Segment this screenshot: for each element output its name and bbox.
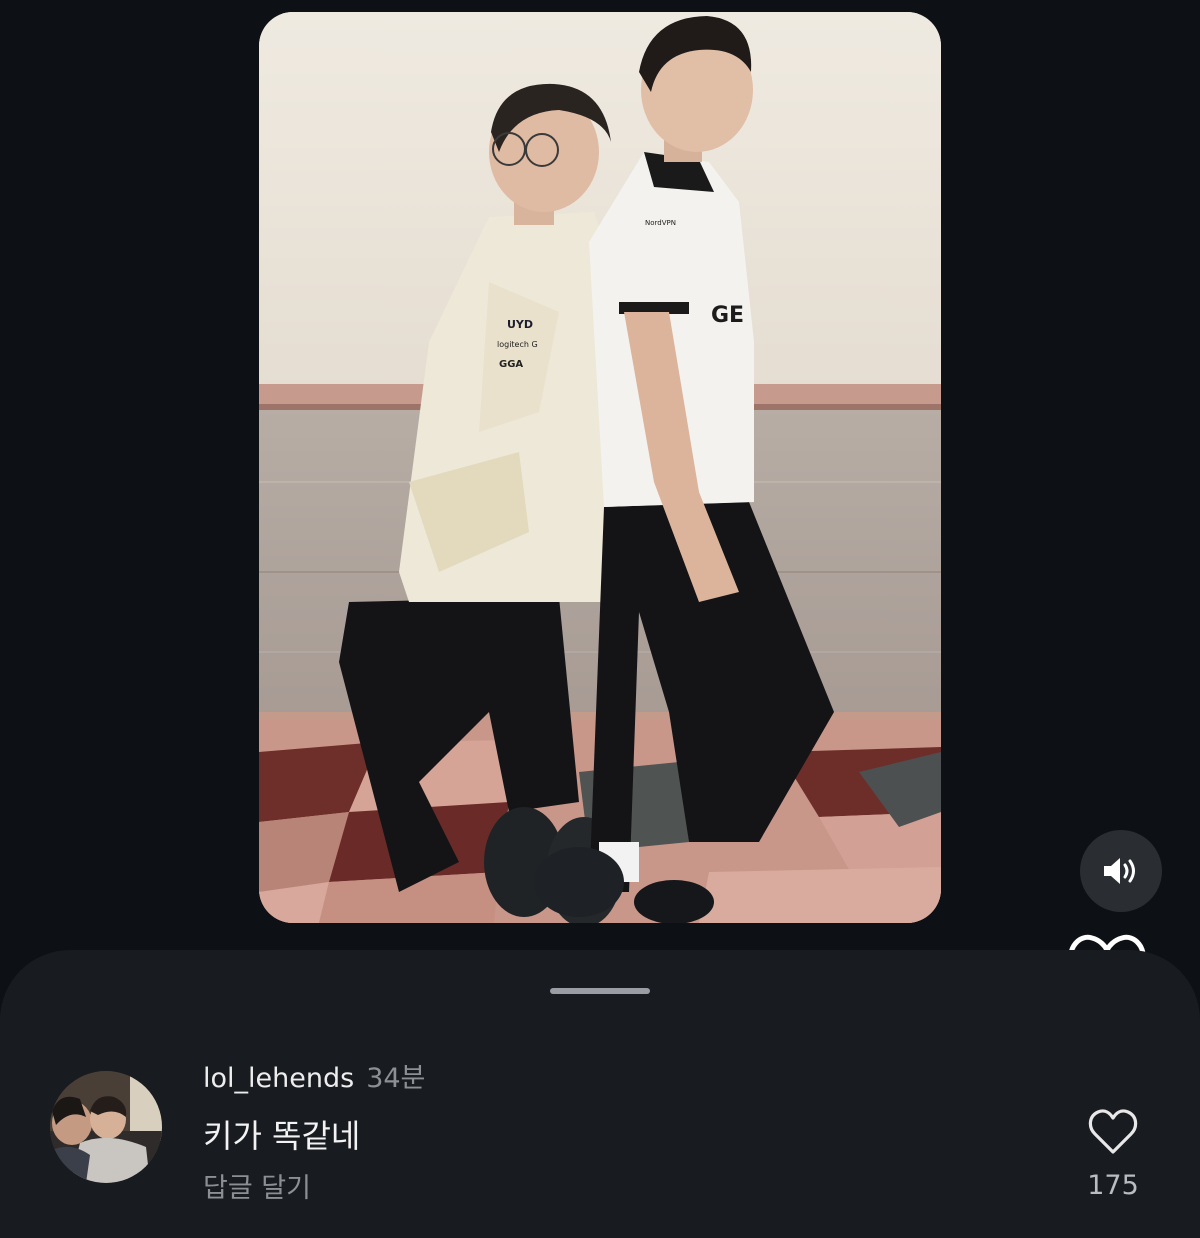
sponsor-text: GGA bbox=[499, 359, 523, 370]
media-card[interactable]: UYD logitech G GGA NordVPN GE bbox=[259, 12, 941, 923]
sponsor-text: logitech G bbox=[497, 340, 538, 349]
comment-username[interactable]: lol_lehends bbox=[203, 1062, 354, 1096]
sponsor-text: GE bbox=[711, 303, 744, 328]
avatar[interactable] bbox=[50, 1071, 162, 1183]
comment-like: 175 bbox=[1082, 1108, 1144, 1202]
comment-text: 키가 똑같네 bbox=[203, 1117, 361, 1155]
heart-outline-icon[interactable] bbox=[1087, 1108, 1139, 1156]
like-count: 175 bbox=[1087, 1170, 1139, 1201]
speaker-volume-icon bbox=[1104, 858, 1135, 884]
avatar-photo bbox=[50, 1071, 162, 1183]
reply-button[interactable]: 답글 달기 bbox=[203, 1172, 963, 1206]
comment-body: lol_lehends 34분 키가 똑같네 답글 달기 bbox=[203, 1062, 963, 1206]
comment-timestamp: 34분 bbox=[366, 1063, 426, 1094]
comment-meta: lol_lehends 34분 bbox=[203, 1062, 963, 1096]
sheet-drag-handle[interactable] bbox=[550, 988, 650, 994]
sound-toggle-button[interactable] bbox=[1080, 830, 1162, 912]
comments-sheet: lol_lehends 34분 키가 똑같네 답글 달기 175 bbox=[0, 950, 1200, 1238]
sponsor-text: NordVPN bbox=[645, 219, 676, 227]
post-photo: UYD logitech G GGA NordVPN GE bbox=[259, 12, 941, 923]
sponsor-text: UYD bbox=[507, 318, 533, 331]
